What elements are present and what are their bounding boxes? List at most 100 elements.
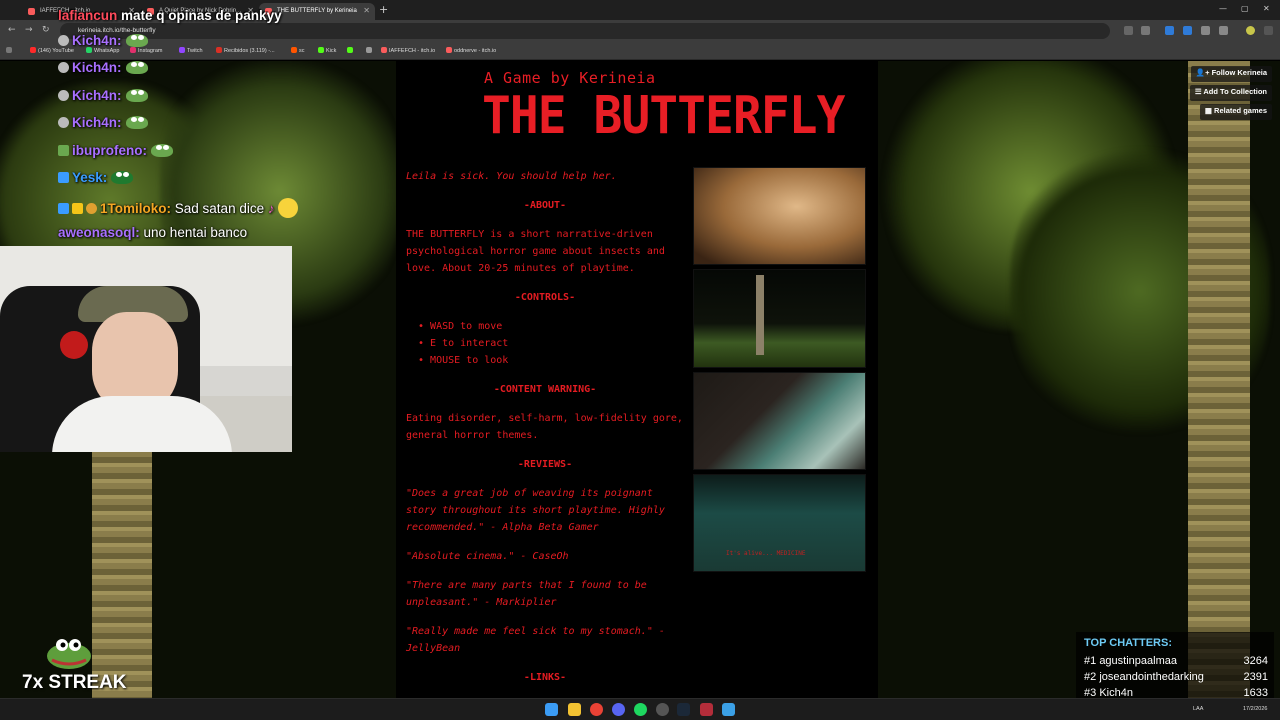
follow-button[interactable]: 👤+ Follow Kerineia bbox=[1190, 66, 1272, 82]
sword-badge-icon bbox=[58, 203, 69, 214]
chatter-name: agustinpaalmaa bbox=[1099, 655, 1177, 667]
translate-icon[interactable] bbox=[1124, 26, 1133, 35]
extension-icon[interactable] bbox=[1201, 26, 1210, 35]
star-icon[interactable] bbox=[1141, 26, 1150, 35]
collection-label: Add To Collection bbox=[1203, 87, 1267, 96]
screenshot-caption: It's alive... MEDICINE bbox=[726, 550, 806, 557]
chat-top-message: lafiancun mate q opinas de pankyy bbox=[58, 8, 282, 23]
top-chatter-row: #1 agustinpaalmaa 3264 bbox=[1084, 655, 1268, 667]
close-tab-icon[interactable]: ✕ bbox=[363, 6, 370, 15]
bookmark-youtube[interactable]: (146) YouTube bbox=[30, 47, 74, 54]
review-quote: "There are many parts that I found to be… bbox=[406, 580, 647, 608]
related-icon: ▦ bbox=[1204, 106, 1215, 115]
top-chatter-row: #2 joseandointhedarking 2391 bbox=[1084, 671, 1268, 683]
tab-title: THE BUTTERFLY by Kerineia bbox=[277, 8, 357, 14]
chat-username: 1Tomiloko: bbox=[100, 201, 172, 216]
sword-badge-icon bbox=[58, 172, 69, 183]
rank: #1 bbox=[1084, 655, 1097, 667]
reload-icon[interactable]: ↻ bbox=[42, 25, 50, 35]
chat-message: Sad satan dice bbox=[174, 201, 265, 216]
follow-label: Follow Kerineia bbox=[1211, 68, 1267, 77]
add-to-collection-button[interactable]: ☰ Add To Collection bbox=[1189, 85, 1272, 101]
new-tab-icon[interactable]: + bbox=[379, 3, 388, 16]
discord-icon[interactable] bbox=[612, 703, 625, 716]
itchio-favicon-icon bbox=[28, 8, 35, 15]
content-warning-header: -CONTENT WARNING- bbox=[493, 384, 597, 395]
moderator-badge-icon bbox=[58, 90, 69, 101]
controls-list: WASD to move E to interact MOUSE to look bbox=[418, 318, 684, 369]
chatter-count: 3264 bbox=[1243, 655, 1268, 667]
game-description: Leila is sick. You should help her. -ABO… bbox=[406, 168, 684, 698]
chat-line: Yesk: bbox=[58, 170, 134, 185]
maximize-icon[interactable]: ▢ bbox=[1241, 4, 1249, 13]
chrome-icon[interactable] bbox=[590, 703, 603, 716]
related-label: Related games bbox=[1214, 106, 1267, 115]
bookmark-oddnerve[interactable]: oddnerve - itch.io bbox=[446, 47, 496, 54]
bookmark-misc[interactable] bbox=[366, 47, 374, 54]
screenshot-tree[interactable] bbox=[693, 269, 866, 368]
menu-kebab-icon[interactable] bbox=[1264, 26, 1273, 35]
chat-message: uno hentai banco bbox=[143, 225, 248, 240]
spotify-icon[interactable] bbox=[634, 703, 647, 716]
screenshot-dark-room[interactable]: It's alive... MEDICINE bbox=[693, 474, 866, 572]
language-indicator[interactable]: LAA bbox=[1193, 706, 1203, 712]
streak-counter: 7x STREAK bbox=[22, 672, 127, 693]
chat-line: Kich4n: bbox=[58, 88, 148, 103]
windows-taskbar: LAA 17/2/2026 bbox=[0, 698, 1280, 720]
pepe-emote-icon bbox=[125, 34, 148, 47]
bookmark-twitch[interactable]: Twitch bbox=[179, 47, 203, 54]
bookmark-gmail[interactable]: Recibidos (3.119) -... bbox=[216, 47, 275, 54]
apps-icon[interactable] bbox=[6, 47, 14, 54]
bookmark-instagram[interactable]: Instagram bbox=[130, 47, 162, 54]
tagline: Leila is sick. You should help her. bbox=[406, 171, 617, 182]
bookmark-whatsapp[interactable]: WhatsApp bbox=[86, 47, 119, 54]
pepe-emote-icon bbox=[150, 144, 173, 157]
chat-message: mate q opinas de pankyy bbox=[121, 8, 282, 23]
screenshot-hallway[interactable] bbox=[693, 372, 866, 470]
control-item: E to interact bbox=[418, 335, 684, 352]
control-item: WASD to move bbox=[418, 318, 684, 335]
content-warning-text: Eating disorder, self-harm, low-fidelity… bbox=[406, 413, 683, 441]
chat-line: ibuprofeno: bbox=[58, 143, 173, 158]
chat-username: aweonasoql: bbox=[58, 225, 140, 240]
tree-trunk-left bbox=[92, 451, 152, 698]
controls-header: -CONTROLS- bbox=[514, 292, 576, 303]
omnibox[interactable] bbox=[60, 23, 1110, 39]
pepe-streak-icon bbox=[47, 639, 91, 669]
about-text: THE BUTTERFLY is a short narrative-drive… bbox=[406, 229, 665, 274]
webcam-feed bbox=[0, 246, 292, 452]
notepad-icon[interactable] bbox=[722, 703, 735, 716]
chat-line: Kich4n: bbox=[58, 33, 148, 48]
bookmark-kick[interactable]: Kick bbox=[318, 47, 336, 54]
links-header: -LINKS- bbox=[523, 672, 567, 683]
review-quote: "Really made me feel sick to my stomach.… bbox=[406, 626, 665, 654]
minimize-icon[interactable]: — bbox=[1219, 4, 1227, 13]
extension-icon[interactable] bbox=[1165, 26, 1174, 35]
app-icon[interactable] bbox=[700, 703, 713, 716]
steam-icon[interactable] bbox=[677, 703, 690, 716]
windows-start-icon[interactable] bbox=[545, 703, 558, 716]
obs-icon[interactable] bbox=[656, 703, 669, 716]
chat-username: lafiancun bbox=[58, 8, 118, 23]
profile-avatar-icon[interactable] bbox=[1246, 26, 1255, 35]
back-icon[interactable]: ← bbox=[8, 25, 16, 35]
forward-icon[interactable]: → bbox=[25, 25, 33, 35]
top-chatters-title: TOP CHATTERS: bbox=[1084, 637, 1173, 649]
bookmark-iaffefch[interactable]: IAFFEFCH - itch.io bbox=[381, 47, 435, 54]
clock-date[interactable]: 17/2/2026 bbox=[1243, 706, 1267, 712]
related-games-button[interactable]: ▦ Related games bbox=[1199, 104, 1272, 120]
about-header: -ABOUT- bbox=[523, 200, 567, 211]
headphones-icon bbox=[60, 331, 88, 359]
bookmark-soundcloud[interactable]: sc bbox=[291, 47, 305, 54]
bookmark-kick-2[interactable] bbox=[347, 47, 355, 54]
file-explorer-icon[interactable] bbox=[568, 703, 581, 716]
chat-username: Kich4n: bbox=[72, 60, 122, 75]
crown-badge-icon bbox=[72, 203, 83, 214]
extension-icon[interactable] bbox=[1183, 26, 1192, 35]
chat-username: Yesk: bbox=[72, 170, 108, 185]
address-bar-row: ← → ↻ bbox=[0, 20, 1280, 42]
moderator-badge-icon bbox=[58, 62, 69, 73]
close-window-icon[interactable]: ✕ bbox=[1263, 4, 1270, 13]
screenshot-room[interactable] bbox=[693, 167, 866, 265]
puzzle-icon[interactable] bbox=[1219, 26, 1228, 35]
